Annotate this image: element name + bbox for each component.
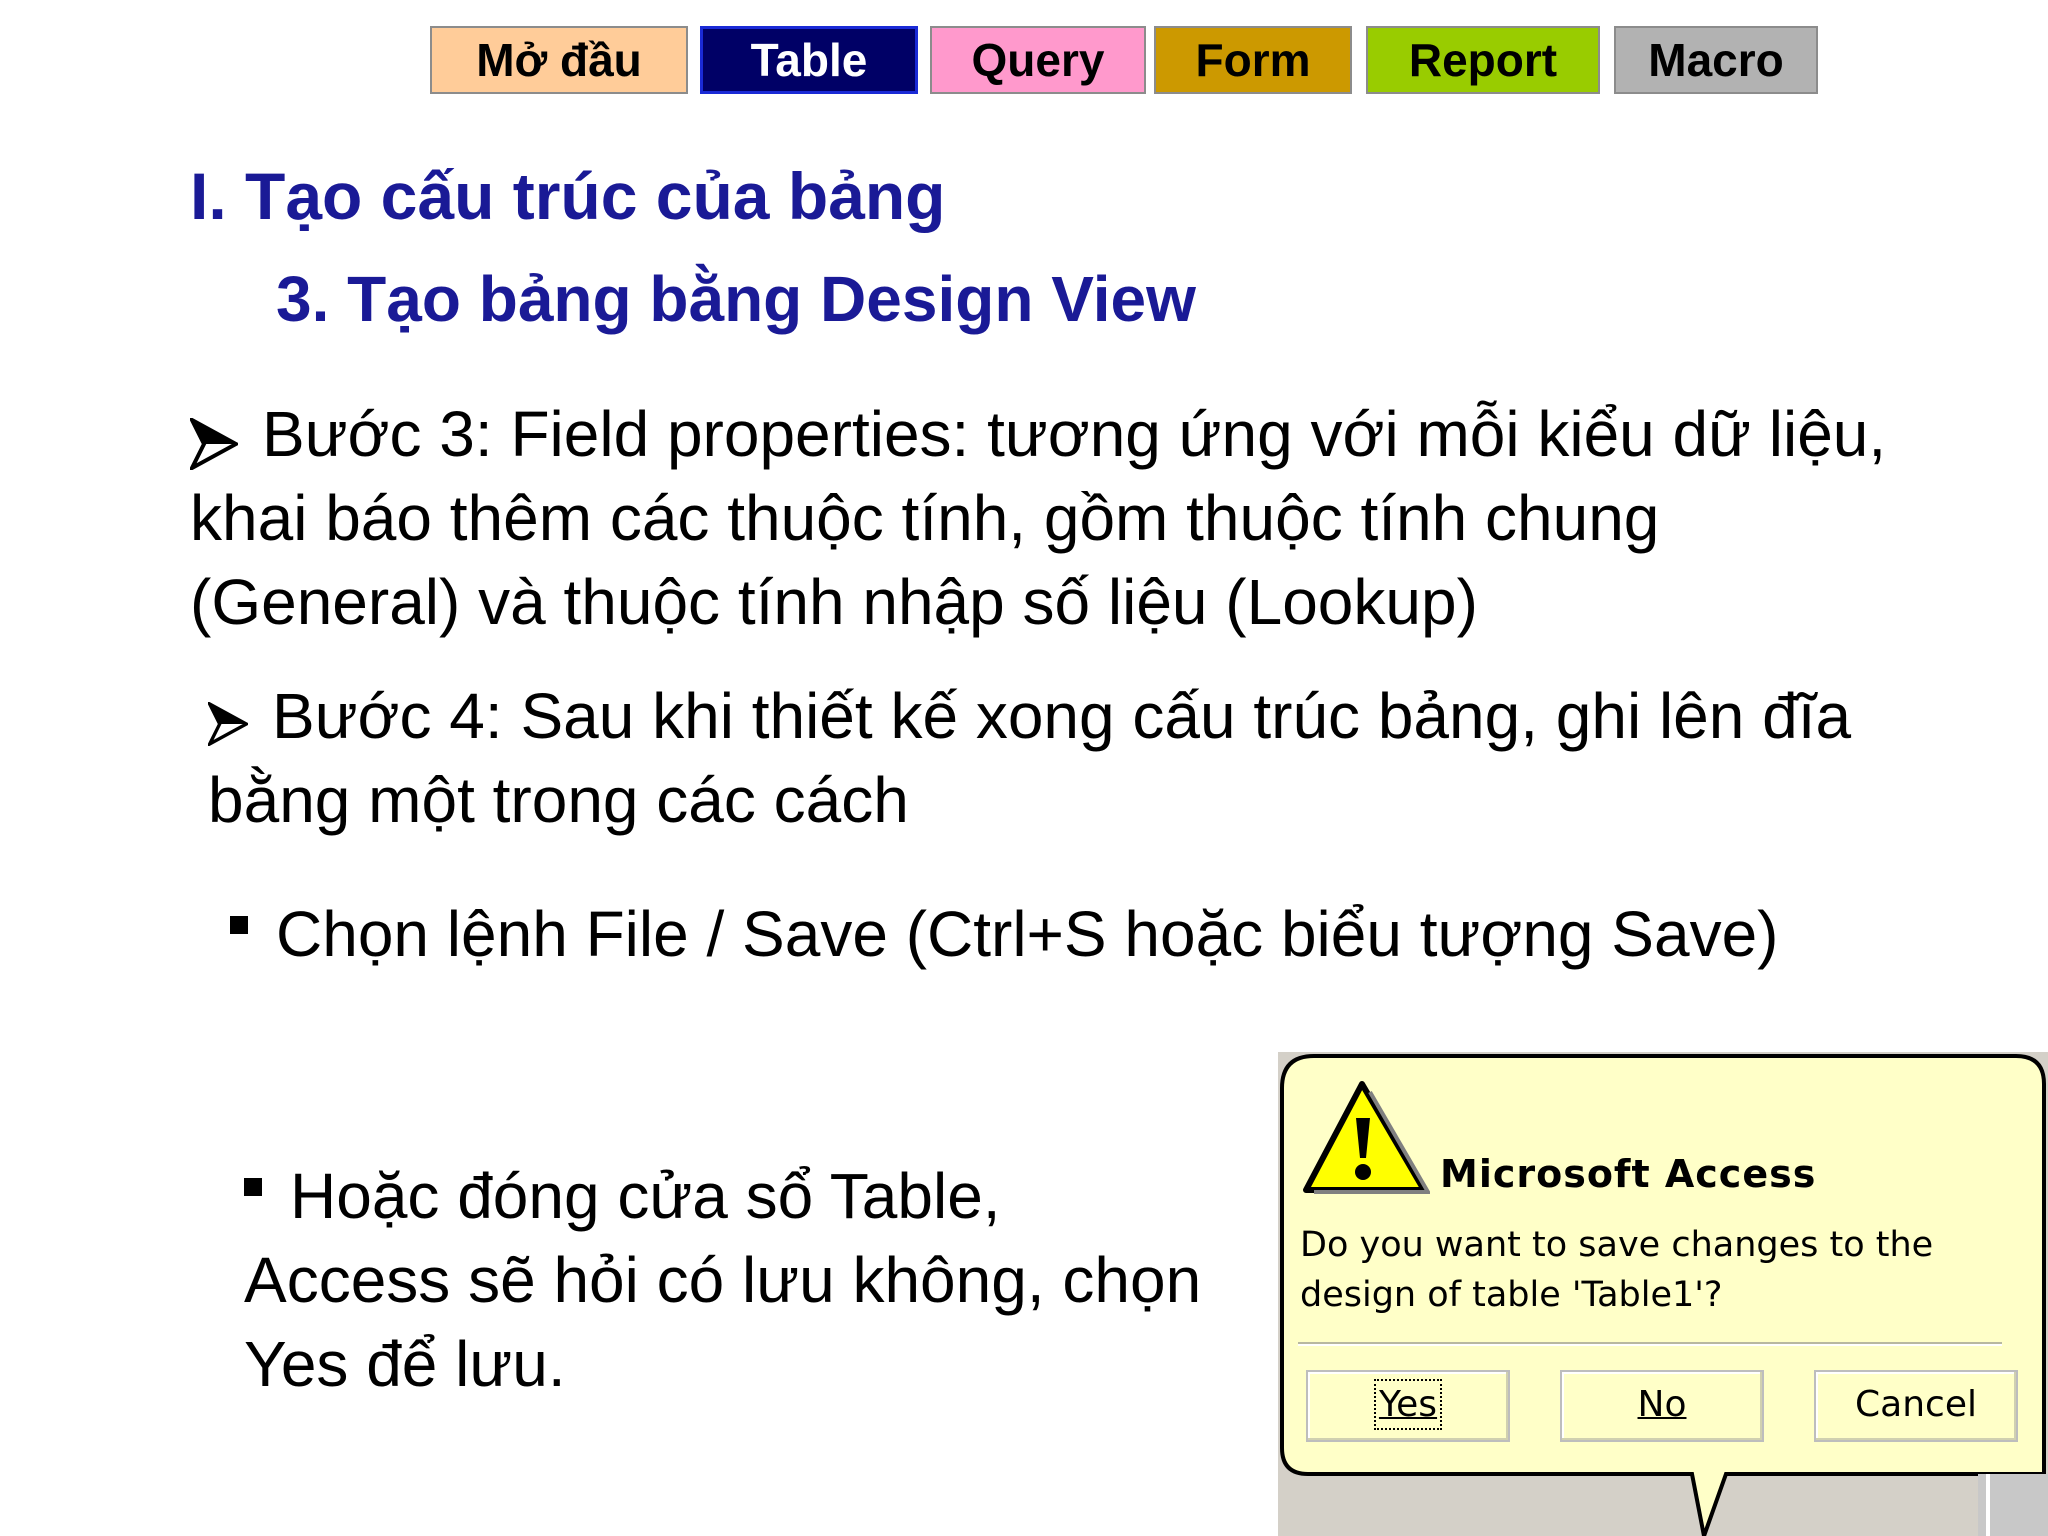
step-4-text-1: Bước 4: Sau khi thiết kế xong cấu trúc b… — [272, 680, 1852, 752]
yes-button[interactable]: Yes — [1306, 1370, 1510, 1442]
step-3-line-2: khai báo thêm các thuộc tính, gồm thuộc … — [190, 482, 1660, 554]
no-button[interactable]: No — [1560, 1370, 1764, 1442]
bullet-close-table: Hoặc đóng cửa sổ Table, Access sẽ hỏi có… — [244, 1154, 1201, 1406]
section-heading: I. Tạo cấu trúc của bảng — [190, 159, 946, 233]
step-3-paragraph: Bước 3: Field properties: tương ứng với … — [187, 392, 1887, 644]
step-3-text-1: Bước 3: Field properties: tương ứng với … — [262, 398, 1887, 470]
nav-button-mo-dau[interactable]: Mở đầu — [430, 26, 688, 94]
bullet-close-line-3: Yes để lưu. — [244, 1328, 566, 1400]
square-bullet-icon — [244, 1178, 262, 1196]
bullet-save-text: Chọn lệnh File / Save (Ctrl+S hoặc biểu … — [276, 898, 1779, 970]
cancel-button-label: Cancel — [1855, 1384, 1977, 1425]
nav-button-table[interactable]: Table — [700, 26, 918, 94]
subsection-heading: 3. Tạo bảng bằng Design View — [276, 263, 1196, 335]
save-changes-dialog: Microsoft Access Do you want to save cha… — [1278, 1052, 2048, 1536]
slide: Mở đầu Table Query Form Report Macro I. … — [0, 0, 2048, 1536]
step-3-line-3: (General) và thuộc tính nhập số liệu (Lo… — [190, 566, 1478, 638]
dialog-separator — [1298, 1342, 2002, 1346]
step-4-line-2: bằng một trong các cách — [208, 764, 909, 836]
step-4-line-1: Bước 4: Sau khi thiết kế xong cấu trúc b… — [205, 674, 1852, 758]
dialog-message-line-2: design of table 'Table1'? — [1300, 1275, 1723, 1315]
arrow-bullet-icon — [187, 406, 241, 473]
bullet-save-command: Chọn lệnh File / Save (Ctrl+S hoặc biểu … — [230, 892, 1778, 976]
step-3-line-1: Bước 3: Field properties: tương ứng với … — [187, 392, 1887, 476]
bullet-close-text-1: Hoặc đóng cửa sổ Table, — [290, 1160, 1001, 1232]
dialog-message-line-1: Do you want to save changes to the — [1300, 1225, 1934, 1265]
nav-button-query[interactable]: Query — [930, 26, 1146, 94]
nav-button-macro[interactable]: Macro — [1614, 26, 1818, 94]
nav-button-form[interactable]: Form — [1154, 26, 1352, 94]
nav-button-report[interactable]: Report — [1366, 26, 1600, 94]
dialog-message: Do you want to save changes to the desig… — [1300, 1220, 2000, 1320]
warning-icon — [1300, 1078, 1432, 1198]
bullet-close-line-1: Hoặc đóng cửa sổ Table, — [244, 1154, 1201, 1238]
step-4-paragraph: Bước 4: Sau khi thiết kế xong cấu trúc b… — [205, 674, 1852, 842]
yes-button-label: Yes — [1373, 1379, 1443, 1430]
bullet-close-line-2: Access sẽ hỏi có lưu không, chọn — [244, 1244, 1202, 1316]
square-bullet-icon — [230, 916, 248, 934]
cancel-button[interactable]: Cancel — [1814, 1370, 2018, 1442]
dialog-title: Microsoft Access — [1440, 1152, 1817, 1196]
no-button-label: No — [1637, 1384, 1687, 1425]
arrow-bullet-icon — [205, 682, 256, 749]
